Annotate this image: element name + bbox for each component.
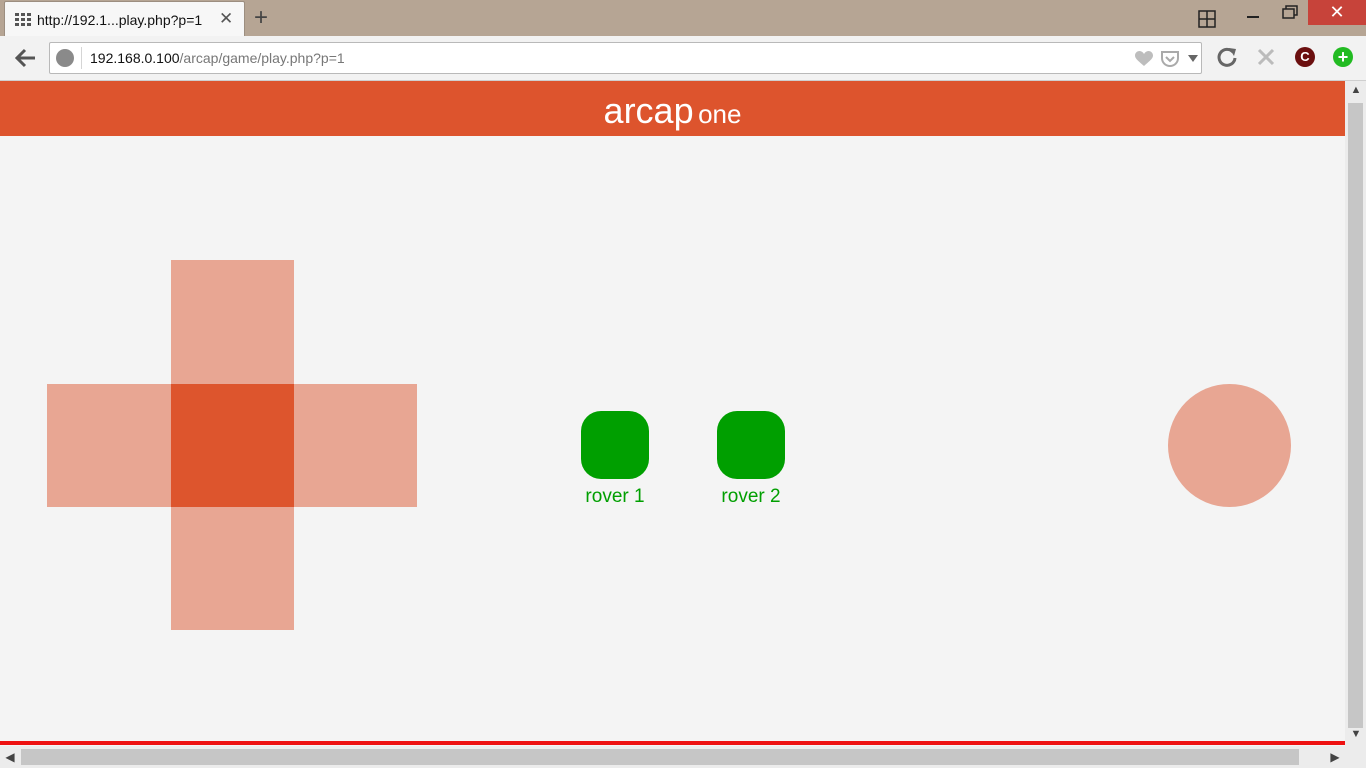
extension-plus-icon[interactable]: + bbox=[1333, 47, 1353, 67]
tab-close-icon[interactable]: ✕ bbox=[219, 9, 233, 29]
restore-icon bbox=[1282, 5, 1298, 19]
vertical-scroll-thumb[interactable] bbox=[1348, 103, 1363, 728]
brand-subtitle: one bbox=[698, 99, 742, 129]
brand-title: arcap bbox=[603, 90, 694, 131]
site-info-icon[interactable] bbox=[56, 49, 74, 67]
rover-2-label[interactable]: rover 2 bbox=[691, 486, 811, 508]
horizontal-scrollbar[interactable]: ◀ ▶ bbox=[0, 746, 1366, 768]
url-host: 192.168.0.100 bbox=[90, 50, 180, 66]
new-tab-button[interactable]: + bbox=[254, 4, 268, 32]
heart-icon[interactable] bbox=[1135, 51, 1153, 67]
dpad-down-button[interactable] bbox=[171, 507, 294, 630]
scroll-up-icon[interactable]: ▲ bbox=[1349, 84, 1363, 96]
dpad-up-button[interactable] bbox=[171, 260, 294, 384]
dpad-right-button[interactable] bbox=[294, 384, 417, 507]
url-separator bbox=[81, 47, 82, 69]
window-close-button[interactable]: ✕ bbox=[1308, 0, 1366, 25]
reload-icon[interactable] bbox=[1216, 46, 1238, 68]
address-bar[interactable]: 192.168.0.100/arcap/game/play.php?p=1 bbox=[49, 42, 1202, 74]
url-text[interactable]: 192.168.0.100/arcap/game/play.php?p=1 bbox=[90, 50, 345, 66]
rover-1-label[interactable]: rover 1 bbox=[555, 486, 675, 508]
minimize-button[interactable] bbox=[1236, 0, 1272, 28]
rover-1-button[interactable] bbox=[581, 411, 649, 479]
tiles-icon[interactable] bbox=[1198, 10, 1216, 28]
maximize-button[interactable] bbox=[1272, 0, 1306, 28]
scroll-left-icon[interactable]: ◀ bbox=[3, 750, 17, 764]
back-arrow-icon[interactable] bbox=[14, 47, 38, 69]
stop-icon[interactable] bbox=[1256, 46, 1276, 68]
tab-title: http://192.1...play.php?p=1 bbox=[37, 12, 203, 28]
pocket-icon[interactable] bbox=[1160, 50, 1180, 68]
dpad-left-button[interactable] bbox=[47, 384, 171, 507]
vertical-scrollbar[interactable]: ▲ ▼ bbox=[1345, 81, 1366, 746]
navigation-bar: 192.168.0.100/arcap/game/play.php?p=1 C … bbox=[0, 36, 1366, 81]
action-button[interactable] bbox=[1168, 384, 1291, 507]
url-path: /arcap/game/play.php?p=1 bbox=[179, 50, 345, 66]
apps-grid-icon bbox=[15, 13, 31, 26]
page-header: arcap one bbox=[0, 81, 1345, 136]
rover-2-button[interactable] bbox=[717, 411, 785, 479]
dpad-center bbox=[171, 384, 294, 507]
extension-c-icon[interactable]: C bbox=[1295, 47, 1315, 67]
horizontal-scroll-thumb[interactable] bbox=[21, 749, 1299, 765]
tab-strip: http://192.1...play.php?p=1 ✕ + ✕ bbox=[0, 0, 1366, 36]
scroll-down-icon[interactable]: ▼ bbox=[1349, 728, 1363, 740]
browser-tab[interactable]: http://192.1...play.php?p=1 ✕ bbox=[4, 1, 245, 36]
dropdown-icon[interactable] bbox=[1187, 52, 1199, 64]
scroll-right-icon[interactable]: ▶ bbox=[1328, 750, 1342, 764]
bottom-red-strip bbox=[0, 741, 1345, 745]
